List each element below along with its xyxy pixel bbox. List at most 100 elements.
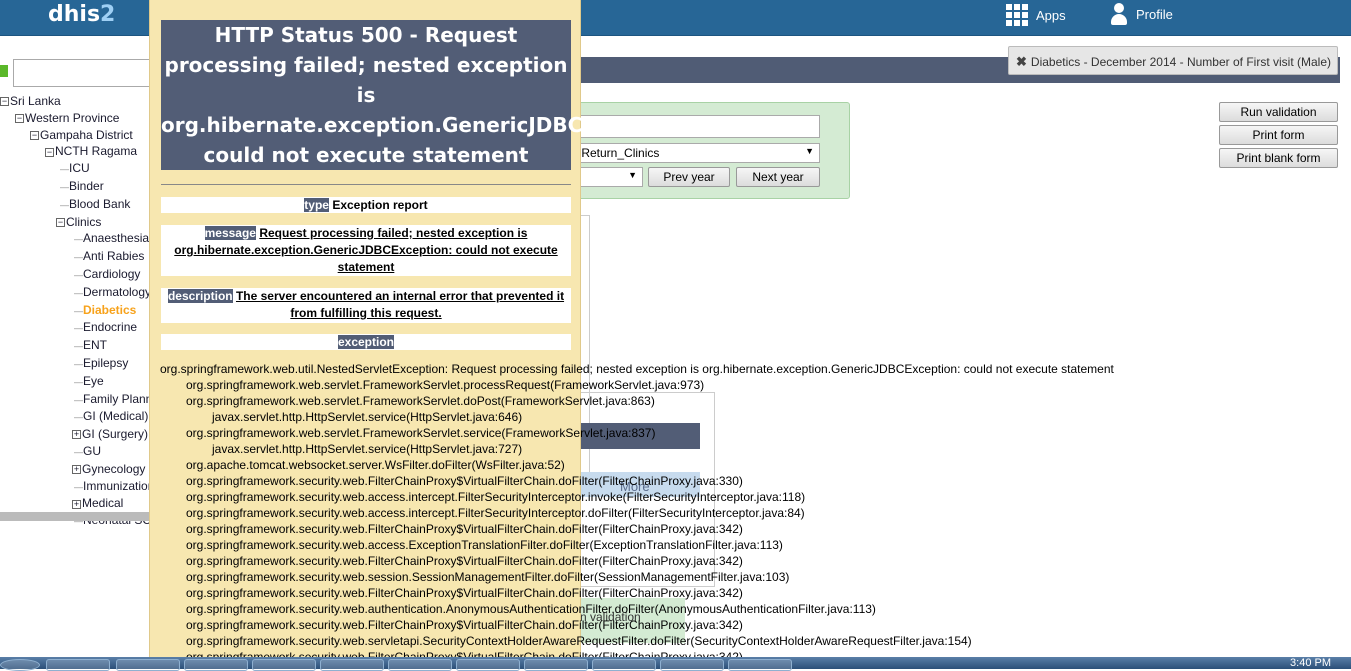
taskbar-app[interactable] xyxy=(728,659,792,671)
tree-node[interactable]: − Sri Lanka xyxy=(0,93,168,110)
tree-node[interactable]: —Anaesthesia xyxy=(0,230,168,248)
horizontal-scrollbar[interactable] xyxy=(0,512,150,521)
tree-node-label: Gynecology xyxy=(82,461,146,476)
tree-node[interactable]: —Endocrine xyxy=(0,319,168,337)
stack-trace-line: org.springframework.web.util.NestedServl… xyxy=(160,362,1114,376)
exception-row: exception xyxy=(161,334,571,350)
expand-icon[interactable]: + xyxy=(72,465,81,475)
tree-node[interactable]: —Dermatology xyxy=(0,284,168,302)
taskbar-app[interactable] xyxy=(524,659,588,671)
start-button[interactable] xyxy=(0,659,40,671)
stack-trace-line: org.springframework.security.web.FilterC… xyxy=(186,554,743,568)
description-row: description The server encountered an in… xyxy=(161,288,571,323)
tree-node[interactable]: —Binder xyxy=(0,178,168,196)
collapse-icon[interactable]: − xyxy=(0,97,9,107)
tree-node[interactable]: + GI (Surgery) xyxy=(0,426,168,443)
tree-connector: — xyxy=(74,341,83,352)
apps-grid-icon xyxy=(1006,4,1028,26)
taskbar-app[interactable] xyxy=(592,659,656,671)
tree-node[interactable]: —GI (Medical) xyxy=(0,408,168,426)
stack-trace-line: javax.servlet.http.HttpServlet.service(H… xyxy=(212,442,523,456)
tree-node-label: Anti Rabies xyxy=(83,249,145,264)
tree-node[interactable]: —Immunization xyxy=(0,478,168,496)
dropdown-arrow-icon: ▼ xyxy=(805,146,814,156)
message-row: message Request processing failed; neste… xyxy=(161,225,571,276)
stack-trace-line: org.springframework.web.servlet.Framewor… xyxy=(186,394,655,408)
tree-connector: — xyxy=(74,252,83,263)
tree-node[interactable]: —GU xyxy=(0,443,168,461)
taskbar-app[interactable] xyxy=(388,659,452,671)
tree-connector: — xyxy=(74,446,83,457)
tree-node[interactable]: —ICU xyxy=(0,160,168,178)
search-icon[interactable] xyxy=(0,65,8,77)
tree-connector: — xyxy=(74,376,83,387)
tree-node[interactable]: − NCTH Ragama xyxy=(0,143,168,160)
tree-node[interactable]: —Family Planning xyxy=(0,391,168,409)
tree-node-label: GI (Surgery) xyxy=(82,427,149,442)
tree-node-label: GU xyxy=(83,443,101,458)
user-icon xyxy=(1110,3,1128,25)
dropdown-arrow-icon: ▼ xyxy=(628,170,637,180)
stack-trace-line: org.springframework.security.web.authent… xyxy=(186,602,876,616)
tree-node-label: Sri Lanka xyxy=(10,94,61,108)
tree-node[interactable]: − Western Province xyxy=(0,110,168,127)
dataset-select[interactable]: cs Return_Clinics ▼ xyxy=(561,143,820,163)
tree-node-label: Dermatology xyxy=(83,284,152,299)
taskbar-app[interactable] xyxy=(660,659,724,671)
stack-trace: org.springframework.web.util.NestedServl… xyxy=(160,361,1114,665)
tree-node-label: Western Province xyxy=(25,110,120,125)
close-icon[interactable]: ✖ xyxy=(1016,54,1027,69)
tree-node[interactable]: + Medical xyxy=(0,495,168,512)
stack-trace-line: org.springframework.security.web.access.… xyxy=(186,538,783,552)
tree-connector: — xyxy=(74,269,83,280)
run-validation-button[interactable]: Run validation xyxy=(1219,102,1338,122)
tree-node-label: ENT xyxy=(83,338,107,353)
collapse-icon[interactable]: − xyxy=(30,130,39,140)
org-unit-search-input[interactable] xyxy=(13,59,153,87)
next-year-button[interactable]: Next year xyxy=(736,167,820,187)
tree-node-label: Cardiology xyxy=(83,266,141,281)
taskbar-app[interactable] xyxy=(46,659,110,671)
windows-taskbar: 3:40 PM xyxy=(0,657,1351,671)
tree-node[interactable]: —Cardiology xyxy=(0,266,168,284)
print-form-button[interactable]: Print form xyxy=(1219,125,1338,145)
taskbar-app[interactable] xyxy=(116,659,180,671)
dhis2-logo[interactable]: dhis2 xyxy=(48,2,115,27)
tree-node[interactable]: —Diabetics xyxy=(0,302,168,320)
stack-trace-line: org.springframework.web.servlet.Framewor… xyxy=(186,378,705,392)
tree-node[interactable]: + Gynecology xyxy=(0,461,168,478)
tree-node[interactable]: − Clinics xyxy=(0,214,168,231)
error-title: HTTP Status 500 - Request processing fai… xyxy=(161,20,701,170)
expand-icon[interactable]: + xyxy=(72,499,81,509)
collapse-icon[interactable]: − xyxy=(56,217,65,227)
stack-trace-line: javax.servlet.http.HttpServlet.service(H… xyxy=(212,410,523,424)
print-blank-form-button[interactable]: Print blank form xyxy=(1219,148,1338,168)
taskbar-app[interactable] xyxy=(252,659,316,671)
tree-connector: — xyxy=(60,164,69,175)
tree-node-label: Blood Bank xyxy=(69,196,131,211)
tree-connector: — xyxy=(74,481,83,492)
prev-year-button[interactable]: Prev year xyxy=(648,167,730,187)
expand-icon[interactable]: + xyxy=(72,430,81,440)
clock: 3:40 PM xyxy=(1290,657,1331,669)
tree-node[interactable]: —Eye xyxy=(0,373,168,391)
tree-node[interactable]: − Gampaha District xyxy=(0,127,168,144)
tree-node-label: Epilepsy xyxy=(83,355,129,370)
stack-trace-line: org.apache.tomcat.websocket.server.WsFil… xyxy=(186,458,565,472)
tree-node[interactable]: —Epilepsy xyxy=(0,355,168,373)
apps-menu[interactable]: Apps xyxy=(1006,4,1066,26)
tree-node[interactable]: —Anti Rabies xyxy=(0,248,168,266)
collapse-icon[interactable]: − xyxy=(15,114,24,124)
taskbar-app[interactable] xyxy=(456,659,520,671)
taskbar-app[interactable] xyxy=(320,659,384,671)
tree-connector: — xyxy=(74,412,83,423)
history-notice: ✖ Diabetics - December 2014 - Number of F… xyxy=(1008,46,1338,75)
tree-node[interactable]: —Blood Bank xyxy=(0,196,168,214)
tree-connector: — xyxy=(74,287,83,298)
tree-node[interactable]: —ENT xyxy=(0,337,168,355)
collapse-icon[interactable]: − xyxy=(45,147,54,157)
taskbar-app[interactable] xyxy=(184,659,248,671)
tree-connector: — xyxy=(60,181,69,192)
stack-trace-line: org.springframework.security.web.FilterC… xyxy=(186,522,743,536)
profile-menu[interactable]: Profile xyxy=(1110,3,1173,25)
